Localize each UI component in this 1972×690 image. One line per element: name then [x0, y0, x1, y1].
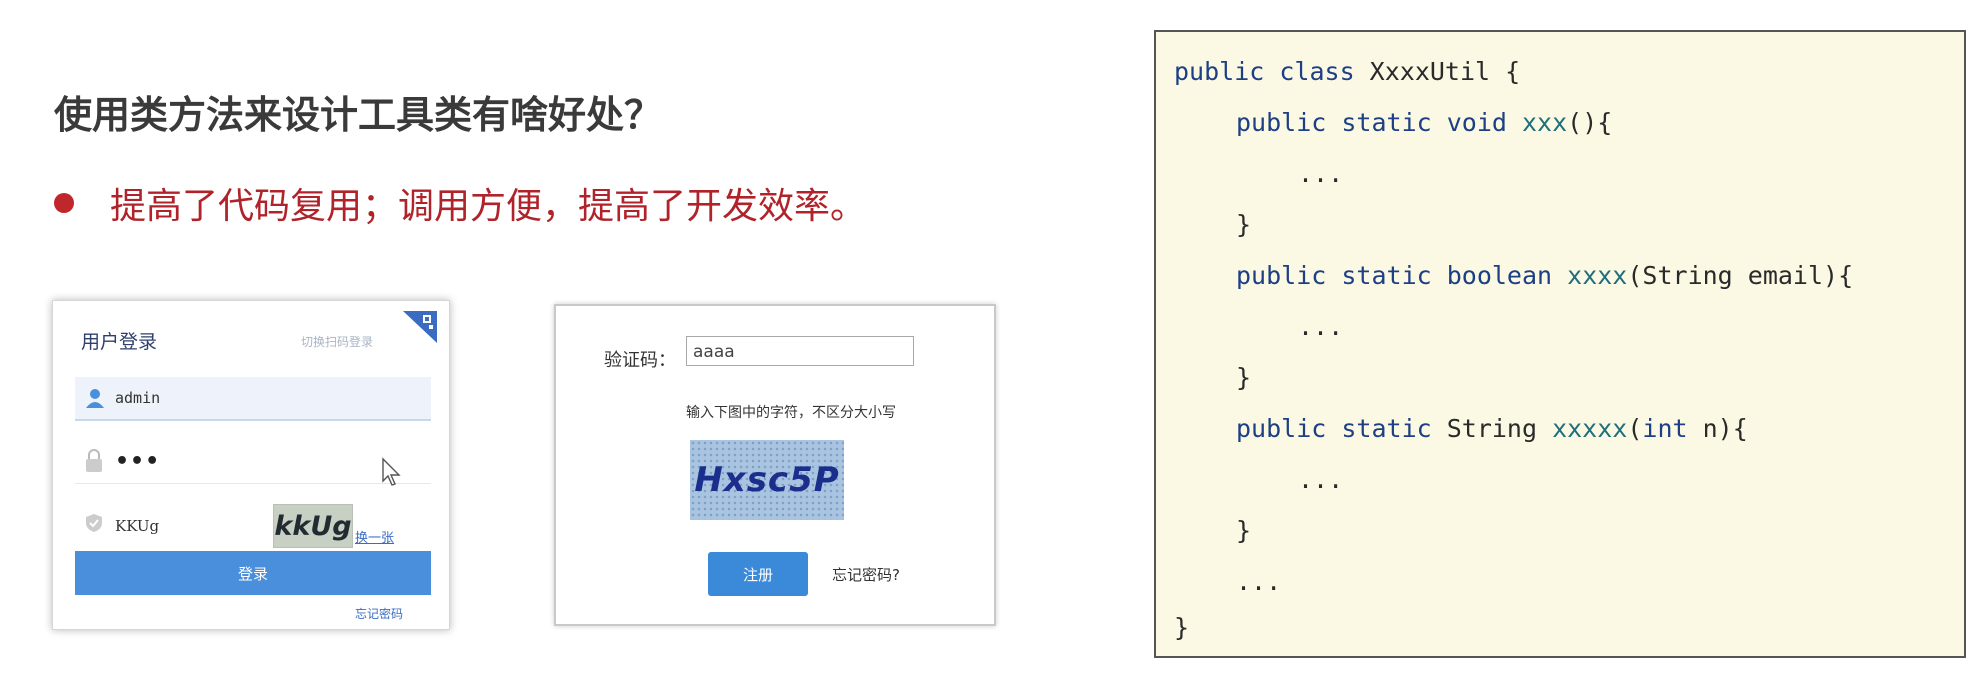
captcha-image: kkUg [273, 504, 353, 548]
captcha-image: Hxsc5P [690, 440, 844, 520]
forgot-password-link[interactable]: 忘记密码 [355, 605, 403, 622]
captcha-label: 验证码： [604, 350, 676, 371]
qr-login-link[interactable]: 切换扫码登录 [301, 333, 373, 350]
code-line-method-3: public static String xxxxx(int n){ [1236, 411, 1748, 447]
username-value: admin [115, 389, 161, 407]
code-line-ellipsis: ... [1236, 567, 1282, 596]
captcha-input-value: KKUg [115, 517, 160, 535]
code-line-method-2: public static boolean xxxx(String email)… [1236, 258, 1853, 294]
slide-heading: 使用类方法来设计工具类有啥好处？ [54, 93, 663, 137]
code-text: (){ [1567, 108, 1613, 137]
password-field[interactable]: ••• [75, 441, 431, 484]
code-line-ellipsis: ... [1298, 465, 1344, 494]
login-form-panel: 用户登录 切换扫码登录 admin ••• KKUg kkUg 换一张 登录 忘… [52, 300, 450, 630]
code-line-brace: } [1236, 210, 1252, 239]
code-line-ellipsis: ... [1298, 312, 1344, 341]
forgot-password-link[interactable]: 忘记密码? [832, 564, 900, 585]
shield-icon [86, 514, 102, 532]
code-line-brace: } [1174, 613, 1190, 642]
code-text: ( [1627, 414, 1643, 443]
code-method-name: xxx [1521, 108, 1568, 137]
code-keyword: public static [1236, 414, 1447, 443]
qr-corner-icon[interactable] [403, 311, 437, 343]
code-method-name: xxxx [1567, 261, 1628, 290]
lock-icon [86, 449, 102, 472]
code-method-name: xxxxx [1552, 414, 1628, 443]
captcha-hint: 输入下图中的字符，不区分大小写 [686, 405, 896, 421]
user-icon [86, 389, 104, 408]
register-form-panel: 验证码： aaaa 输入下图中的字符，不区分大小写 Hxsc5P 注册 忘记密码… [554, 304, 996, 626]
code-type: String [1446, 414, 1553, 443]
login-title: 用户登录 [81, 331, 158, 353]
bullet-dot-icon [54, 193, 74, 213]
code-line-brace: } [1236, 363, 1252, 392]
code-block: public class XxxxUtil { public static vo… [1154, 30, 1966, 658]
captcha-input[interactable]: aaaa [686, 336, 914, 366]
code-line-brace: } [1236, 516, 1252, 545]
code-text: XxxxUtil { [1369, 57, 1521, 86]
refresh-captcha-link[interactable]: 换一张 [355, 527, 394, 546]
code-line-class: public class XxxxUtil { [1174, 54, 1520, 90]
code-keyword: public static boolean [1236, 261, 1568, 290]
mouse-cursor-icon [382, 457, 401, 486]
code-keyword: int [1642, 414, 1688, 443]
login-button[interactable]: 登录 [75, 551, 431, 595]
code-line-ellipsis: ... [1298, 159, 1344, 188]
code-line-method-1: public static void xxx(){ [1236, 105, 1612, 141]
code-keyword: public class [1174, 57, 1370, 86]
password-value: ••• [115, 449, 161, 474]
bullet-point: 提高了代码复用；调用方便，提高了开发效率。 [54, 180, 867, 227]
code-text: n){ [1687, 414, 1748, 443]
code-text: (String email){ [1627, 261, 1854, 290]
code-keyword: public static void [1236, 108, 1522, 137]
register-button[interactable]: 注册 [708, 552, 808, 596]
username-field[interactable]: admin [75, 377, 431, 421]
bullet-text: 提高了代码复用；调用方便，提高了开发效率。 [110, 186, 867, 227]
